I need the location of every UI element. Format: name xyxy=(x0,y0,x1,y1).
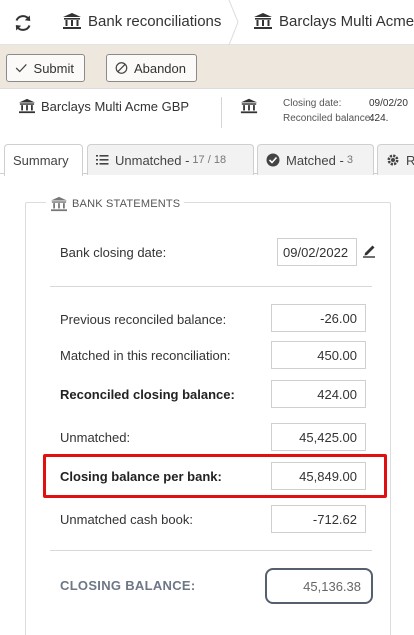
breadcrumb-label: Bank reconciliations xyxy=(88,12,222,30)
tab-label: Unmatched - xyxy=(115,152,190,168)
reconciled-balance-meta: Reconciled balance: 424. xyxy=(283,113,388,124)
closing-date-meta: Closing date: 09/02/20 xyxy=(283,98,408,109)
list-icon xyxy=(96,155,109,165)
edit-icon[interactable] xyxy=(362,242,376,258)
highlight-box xyxy=(43,454,387,498)
abandon-label: Abandon xyxy=(133,60,186,76)
previous-balance-label: Previous reconciled balance: xyxy=(60,312,227,327)
previous-balance-field: -26.00 xyxy=(271,304,366,332)
reconciled-balance-label: Reconciled balance: xyxy=(283,113,374,124)
bank-icon xyxy=(19,98,35,114)
reconciled-closing-label: Reconciled closing balance: xyxy=(60,387,235,402)
unmatched-label: Unmatched: xyxy=(60,430,131,445)
closing-balance-value: 45,136.38 xyxy=(265,568,373,604)
tab-summary[interactable]: Summary xyxy=(4,144,83,176)
bank-icon xyxy=(63,13,81,29)
submit-button[interactable]: Submit xyxy=(6,54,85,82)
tab-unmatched[interactable]: Unmatched - 17 / 18 xyxy=(87,144,254,175)
abandon-button[interactable]: Abandon xyxy=(106,54,197,82)
cancel-icon xyxy=(115,62,128,74)
reconciled-balance-value: 424. xyxy=(369,113,389,124)
unmatched-field: 45,425.00 xyxy=(271,423,366,451)
check-icon xyxy=(15,64,27,73)
top-bar: Bank reconciliations Barclays Multi Acme xyxy=(0,0,414,45)
closing-balance-label: CLOSING BALANCE: xyxy=(60,578,196,593)
tab-bar: Summary Unmatched - 17 / 18 Matched - 3 … xyxy=(0,140,414,176)
chevron-right-icon xyxy=(228,0,239,45)
bank-statement-icon xyxy=(240,98,258,114)
closing-date-value: 09/02/20 xyxy=(369,98,408,109)
bank-closing-date-field[interactable]: 09/02/2022 xyxy=(277,238,357,266)
breadcrumb-barclays[interactable]: Barclays Multi Acme xyxy=(253,12,414,30)
tab-rules[interactable]: R xyxy=(377,144,414,175)
breadcrumb-bank-reconciliations[interactable]: Bank reconciliations xyxy=(62,12,221,30)
unmatched-cashbook-field: -712.62 xyxy=(271,505,366,533)
bank-statement-icon xyxy=(51,196,67,212)
closing-date-label: Closing date: xyxy=(283,98,342,109)
bank-icon xyxy=(254,13,272,29)
breadcrumb-label: Barclays Multi Acme xyxy=(279,12,414,30)
divider xyxy=(50,286,372,287)
tab-label: Summary xyxy=(13,153,69,168)
tab-matched[interactable]: Matched - 3 xyxy=(257,144,374,175)
refresh-icon[interactable] xyxy=(12,12,34,34)
panel-title: BANK STATEMENTS xyxy=(46,196,185,212)
matched-label: Matched in this reconciliation: xyxy=(60,348,231,363)
account-name-label: Barclays Multi Acme GBP xyxy=(41,98,190,114)
bank-closing-date-label: Bank closing date: xyxy=(60,245,167,260)
unmatched-count: 17 / 18 xyxy=(192,154,227,166)
panel-title-label: BANK STATEMENTS xyxy=(72,198,181,210)
matched-count: 3 xyxy=(346,154,353,166)
account-name: Barclays Multi Acme GBP xyxy=(18,98,189,114)
divider xyxy=(221,97,222,128)
tab-label: R xyxy=(406,152,414,168)
gear-icon xyxy=(387,154,399,166)
divider xyxy=(50,550,372,551)
matched-field: 450.00 xyxy=(271,341,366,369)
tab-label: Matched - xyxy=(286,152,344,168)
reconciled-closing-field: 424.00 xyxy=(271,380,366,408)
check-circle-icon xyxy=(266,153,280,167)
unmatched-cashbook-label: Unmatched cash book: xyxy=(60,512,193,527)
action-bar: Submit Abandon xyxy=(0,45,414,89)
submit-label: Submit xyxy=(33,60,74,76)
